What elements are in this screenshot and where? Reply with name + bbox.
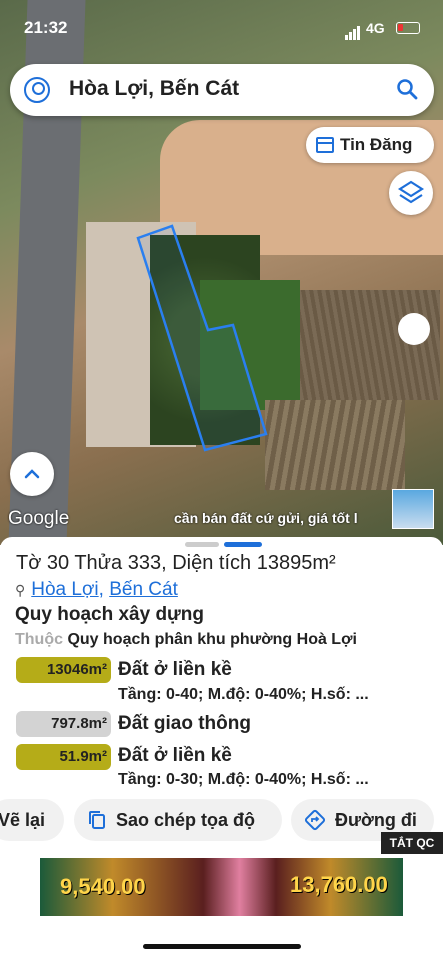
ad-amount-right: 13,760.00 <box>290 872 388 897</box>
news-button[interactable]: Tin Đăng <box>306 127 434 163</box>
advertisement-banner[interactable]: 9,540.00 13,760.00 <box>40 858 403 916</box>
zone-area-badge: 51.9m² <box>16 744 111 770</box>
plan-info: Thuộc Quy hoạch phân khu phường Hoà Lợi <box>15 631 357 649</box>
hide-ads-button[interactable]: TẮT QC <box>381 832 443 854</box>
zone-detail: Tầng: 0-30; M.độ: 0-40%; H.số: ... <box>118 771 369 788</box>
clock: 21:32 <box>24 18 68 37</box>
account-icon[interactable] <box>24 77 50 103</box>
plan-name: Quy hoạch phân khu phường Hoà Lợi <box>67 631 357 648</box>
expand-button[interactable] <box>10 452 54 496</box>
map-control-knob[interactable] <box>398 313 430 345</box>
network-type: 4G <box>366 20 385 36</box>
zone-area-badge: 13046m² <box>16 657 111 683</box>
district-link[interactable]: Bến Cát <box>109 579 178 600</box>
parcel-address: ⚲ Hòa Lợi, Bến Cát <box>15 579 178 601</box>
redraw-button[interactable]: Vẽ lại <box>0 799 64 841</box>
zone-name: Đất giao thông <box>118 713 251 734</box>
search-title[interactable]: Hòa Lợi, Bến Cát <box>69 77 239 101</box>
chevron-up-icon <box>24 469 40 479</box>
redraw-label: Vẽ lại <box>0 810 46 830</box>
news-button-label: Tin Đăng <box>340 135 413 154</box>
sheet-handle-active[interactable] <box>224 542 262 547</box>
plan-prefix: Thuộc <box>15 631 63 648</box>
ad-amount-left: 9,540.00 <box>60 874 146 899</box>
zone-area-badge: 797.8m² <box>16 711 111 737</box>
status-bar: 21:32 4G <box>0 0 443 48</box>
search-bar[interactable]: Hòa Lợi, Bến Cát <box>10 64 434 116</box>
google-attribution: Google <box>8 508 70 529</box>
ward-link[interactable]: Hòa Lợi <box>31 579 98 600</box>
copy-icon <box>89 811 105 829</box>
copy-coordinates-button[interactable]: Sao chép tọa độ <box>74 799 282 841</box>
home-indicator[interactable] <box>143 944 301 949</box>
parcel-title: Tờ 30 Thửa 333, Diện tích 13895m² <box>16 552 336 574</box>
zone-name: Đất ở liền kề <box>118 659 232 680</box>
satellite-map[interactable]: 21:32 4G Hòa Lợi, Bến Cát Tin Đăng Googl… <box>0 0 443 545</box>
battery-icon <box>396 22 420 34</box>
listing-banner-text[interactable]: cần bán đất cứ gửi, giá tốt l <box>174 510 358 526</box>
copy-coordinates-label: Sao chép tọa độ <box>116 810 256 830</box>
layers-icon <box>397 180 425 204</box>
search-icon[interactable] <box>396 78 418 100</box>
directions-label: Đường đi <box>335 810 417 830</box>
zone-detail: Tầng: 0-40; M.độ: 0-40%; H.số: ... <box>118 686 369 703</box>
zone-name: Đất ở liền kề <box>118 745 232 766</box>
address-separator: , <box>98 579 104 600</box>
sheet-handle[interactable] <box>185 542 219 547</box>
listing-banner-photo[interactable] <box>392 489 434 529</box>
signal-icon <box>345 22 361 40</box>
directions-icon <box>304 809 326 831</box>
layers-button[interactable] <box>389 171 433 215</box>
section-title: Quy hoạch xây dựng <box>15 604 205 625</box>
location-pin-icon: ⚲ <box>15 582 26 598</box>
news-icon <box>316 137 334 153</box>
